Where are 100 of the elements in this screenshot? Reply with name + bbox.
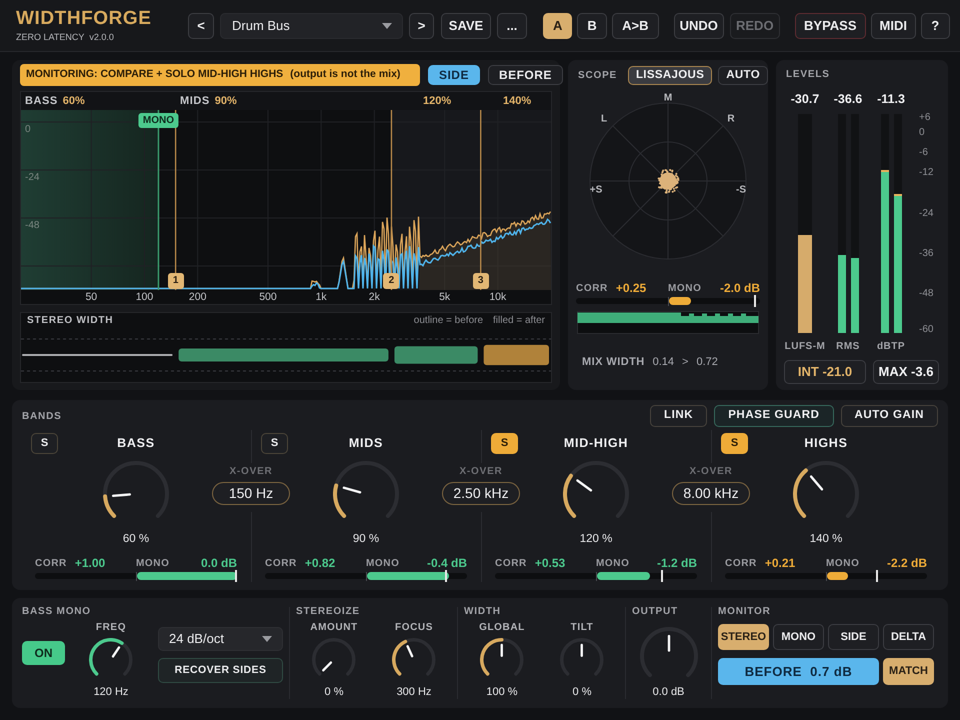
app-logo: WIDTHFORGE xyxy=(16,9,152,29)
legend-text: outline = before xyxy=(414,314,484,328)
mono-loss-value: 0.0 dB xyxy=(200,555,237,572)
correlation-label: CORR xyxy=(495,556,527,570)
scale-label: -24 xyxy=(919,208,934,220)
loudness-readout-button[interactable]: MAX -3.6 xyxy=(873,360,939,384)
meter-reading: -11.3 xyxy=(877,92,905,107)
section-title: STEREOIZE xyxy=(296,606,361,617)
frequency-axis-label: 10k xyxy=(489,290,506,304)
meter-reading: -30.7 xyxy=(790,92,820,107)
crossover-label: X-OVER xyxy=(459,466,503,477)
band-option-button[interactable]: AUTO GAIN xyxy=(840,405,938,427)
band-name: MID-HIGH xyxy=(564,435,628,452)
view-toggle-button[interactable]: BEFORE xyxy=(488,65,563,85)
previous-preset-button[interactable]: < xyxy=(188,12,214,38)
view-toggle-button[interactable]: SIDE xyxy=(428,65,480,85)
stereo-width-title: STEREO WIDTH xyxy=(27,314,114,328)
scope-title: SCOPE xyxy=(578,69,618,83)
copy-slot-button[interactable]: A>B xyxy=(612,12,659,38)
app-subtitle: ZERO LATENCY xyxy=(16,32,84,42)
section-title: WIDTH xyxy=(464,606,502,617)
mono-tag: MONO xyxy=(138,113,178,128)
legend-text: filled = after xyxy=(493,314,545,328)
db-axis-label: -48 xyxy=(25,220,40,232)
scope-axis-label: M xyxy=(664,92,672,104)
band-name: MIDS xyxy=(348,435,384,452)
band-name: HIGHS xyxy=(804,435,848,452)
frequency-axis-label: 2k xyxy=(368,290,380,304)
monitor-mode-button[interactable]: MONO xyxy=(773,624,824,650)
band-width-value: 60% xyxy=(62,94,85,109)
scale-label: -12 xyxy=(919,167,934,179)
monitor-mode-button[interactable]: STEREO xyxy=(718,624,769,650)
knob-label: FREQ xyxy=(96,622,126,633)
help-button[interactable]: ? xyxy=(920,12,950,38)
caret-down-icon xyxy=(382,22,392,28)
bass-mono-toggle[interactable]: ON xyxy=(22,641,65,665)
mono-loss-value: -1.2 dB xyxy=(656,555,697,572)
band-width-value: 90% xyxy=(214,94,237,109)
version-label: v2.0.0 xyxy=(89,32,114,42)
monitor-mode-button[interactable]: SIDE xyxy=(828,624,879,650)
solo-button[interactable]: S xyxy=(491,433,518,454)
bands-title: BANDS xyxy=(22,410,62,424)
knob-value: 0 % xyxy=(572,686,592,698)
compare-button[interactable]: BEFORE 0.7 dB xyxy=(718,658,879,685)
scope-mode-button[interactable]: LISSAJOUS xyxy=(628,66,712,85)
more-button[interactable]: ... xyxy=(497,12,527,38)
crossover-label: X-OVER xyxy=(689,466,733,477)
frequency-axis-label: 50 xyxy=(85,290,98,304)
meter-label: dBTP xyxy=(876,340,906,353)
scale-label: -36 xyxy=(919,248,934,260)
meter-label: RMS xyxy=(836,340,860,353)
crossover-frequency-field[interactable]: 2.50 kHz xyxy=(442,482,520,505)
crossover-frequency-field[interactable]: 8.00 kHz xyxy=(672,482,750,505)
crossover-marker[interactable]: 2 xyxy=(383,273,400,289)
monitor-mode-button[interactable]: DELTA xyxy=(883,624,934,650)
save-button[interactable]: SAVE xyxy=(441,12,491,38)
knob-label: FOCUS xyxy=(395,622,433,633)
preset-slot-button[interactable]: B xyxy=(577,12,607,38)
scale-label: -60 xyxy=(919,324,934,336)
undo-button[interactable]: UNDO xyxy=(674,12,724,38)
scope-axis-label: +S xyxy=(590,184,602,196)
meter-label: LUFS-M xyxy=(784,340,826,353)
recover-sides-button[interactable]: RECOVER SIDES xyxy=(158,658,283,683)
correlation-value: +0.53 xyxy=(534,555,566,572)
band-width-readout: 90 % xyxy=(352,532,380,546)
crossover-marker[interactable]: 1 xyxy=(168,273,184,289)
crossover-frequency-field[interactable]: 150 Hz xyxy=(212,482,290,505)
band-width-readout: 60 % xyxy=(122,532,150,546)
slope-dropdown[interactable]: 24 dB/oct xyxy=(158,627,283,651)
mono-label: MONO xyxy=(136,556,170,570)
mono-loss-value: -2.2 dB xyxy=(886,555,927,572)
frequency-axis-label: 100 xyxy=(136,290,154,304)
solo-button[interactable]: S xyxy=(31,433,58,454)
loudness-readout-button[interactable]: INT -21.0 xyxy=(784,360,866,384)
band-option-button[interactable]: LINK xyxy=(650,405,708,427)
crossover-label: X-OVER xyxy=(229,466,273,477)
section-title: BASS MONO xyxy=(22,606,92,617)
band-option-button[interactable]: PHASE GUARD xyxy=(714,405,834,427)
mix-width-label: MIX WIDTH xyxy=(582,355,645,370)
match-button[interactable]: MATCH xyxy=(883,658,934,685)
solo-button[interactable]: S xyxy=(721,433,748,454)
mono-label: MONO xyxy=(668,282,702,296)
frequency-axis-label: 1k xyxy=(316,290,327,304)
mono-label: MONO xyxy=(596,556,630,570)
preset-dropdown[interactable]: Drum Bus xyxy=(220,12,403,38)
preset-slot-button[interactable]: A xyxy=(543,12,572,38)
correlation-value: +0.82 xyxy=(304,555,336,572)
signal-dot-cloud xyxy=(658,169,680,194)
solo-button[interactable]: S xyxy=(261,433,288,454)
crossover-marker[interactable]: 3 xyxy=(472,273,489,289)
next-preset-button[interactable]: > xyxy=(409,12,434,38)
knob-label: AMOUNT xyxy=(310,622,358,633)
banner-title: MONITORING: COMPARE + SOLO MID-HIGH HIGHS xyxy=(26,67,284,82)
scope-axis-label: R xyxy=(727,114,735,124)
frequency-axis-label: 500 xyxy=(259,290,277,304)
scope-axis-label: L xyxy=(600,114,608,124)
db-axis-label: -24 xyxy=(25,172,40,184)
bypass-button[interactable]: BYPASS xyxy=(794,12,866,38)
scope-mode-button[interactable]: AUTO xyxy=(718,66,768,85)
midi-button[interactable]: MIDI xyxy=(870,12,916,38)
